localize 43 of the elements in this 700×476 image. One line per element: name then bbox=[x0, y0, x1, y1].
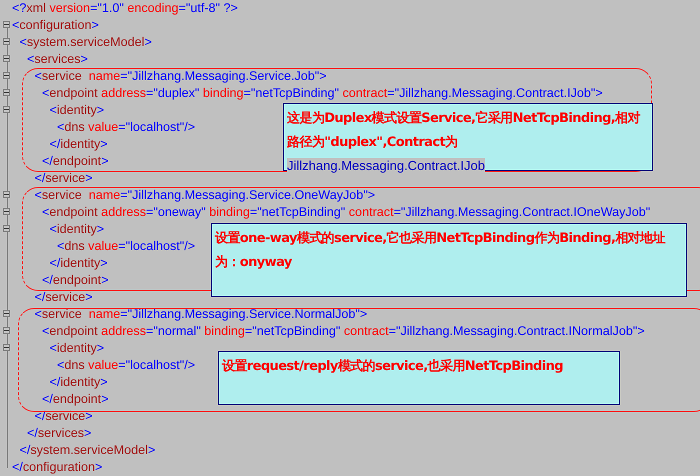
code-line: </endpoint> bbox=[42, 154, 109, 169]
collapse-icon[interactable] bbox=[3, 225, 10, 232]
code-line: </identity> bbox=[50, 137, 108, 152]
code-line: <dns value="localhost"/> bbox=[57, 358, 196, 373]
annotation-text: 这是为Duplex模式设置Service,它采用NetTcpBinding,相对路径为"duplex",Contract为 bbox=[287, 111, 640, 150]
collapse-icon[interactable] bbox=[3, 106, 10, 113]
code-line: <service name="Jillzhang.Messaging.Service.NormalJob"> bbox=[34, 307, 368, 322]
code-line: <services> bbox=[27, 52, 88, 67]
code-line: <identity> bbox=[50, 222, 104, 237]
code-line: <dns value="localhost"/> bbox=[57, 120, 196, 135]
annotation-text: 设置request/reply模式的service,也采用NetTcpBinding bbox=[222, 359, 563, 374]
code-line: </endpoint> bbox=[42, 273, 109, 288]
collapse-icon[interactable] bbox=[3, 38, 10, 45]
code-line: </identity> bbox=[50, 256, 108, 271]
code-line: <endpoint address="oneway" binding="netTcpBinding" contract="Jillzhang.Messaging.Contract.IOneWayJob" bbox=[42, 205, 650, 220]
code-line: <configuration> bbox=[12, 18, 99, 33]
code-line: </identity> bbox=[50, 375, 108, 390]
code-line: <identity> bbox=[50, 103, 104, 118]
collapse-icon[interactable] bbox=[3, 55, 10, 62]
code-line: <service name="Jillzhang.Messaging.Service.Job"> bbox=[34, 69, 327, 84]
code-line: <endpoint address="normal" binding="netTcpBinding" contract="Jillzhang.Messaging.Contract.INormalJob"> bbox=[42, 324, 645, 339]
code-line: <service name="Jillzhang.Messaging.Service.OneWayJob"> bbox=[34, 188, 376, 203]
collapse-icon[interactable] bbox=[3, 89, 10, 96]
code-line: </endpoint> bbox=[42, 392, 109, 407]
code-line: <system.serviceModel> bbox=[20, 35, 152, 50]
code-line: <dns value="localhost"/> bbox=[57, 239, 196, 254]
collapse-icon[interactable] bbox=[3, 208, 10, 215]
annotation-text: 设置one-way模式的service,它也采用NetTcpBinding作为Binding,相对地址为：onyway bbox=[215, 231, 665, 270]
collapse-icon[interactable] bbox=[3, 21, 10, 28]
code-line: <?xml version="1.0" encoding="utf-8" ?> bbox=[12, 1, 238, 16]
code-line: </system.serviceModel> bbox=[20, 443, 156, 458]
contract-name: Jillzhang.Messaging.Contract.IJob bbox=[287, 158, 485, 173]
collapse-icon[interactable] bbox=[3, 191, 10, 198]
code-line: </configuration> bbox=[12, 460, 102, 475]
collapse-icon[interactable] bbox=[3, 310, 10, 317]
collapse-icon[interactable] bbox=[3, 327, 10, 334]
collapse-icon[interactable] bbox=[3, 344, 10, 351]
code-line: <endpoint address="duplex" binding="netTcpBinding" contract="Jillzhang.Messaging.Contract.IJob"> bbox=[42, 86, 603, 101]
collapse-icon[interactable] bbox=[3, 72, 10, 79]
code-line: </services> bbox=[27, 426, 92, 441]
code-line: </service> bbox=[34, 171, 93, 186]
code-line: <identity> bbox=[50, 341, 104, 356]
code-line: </service> bbox=[34, 290, 93, 305]
